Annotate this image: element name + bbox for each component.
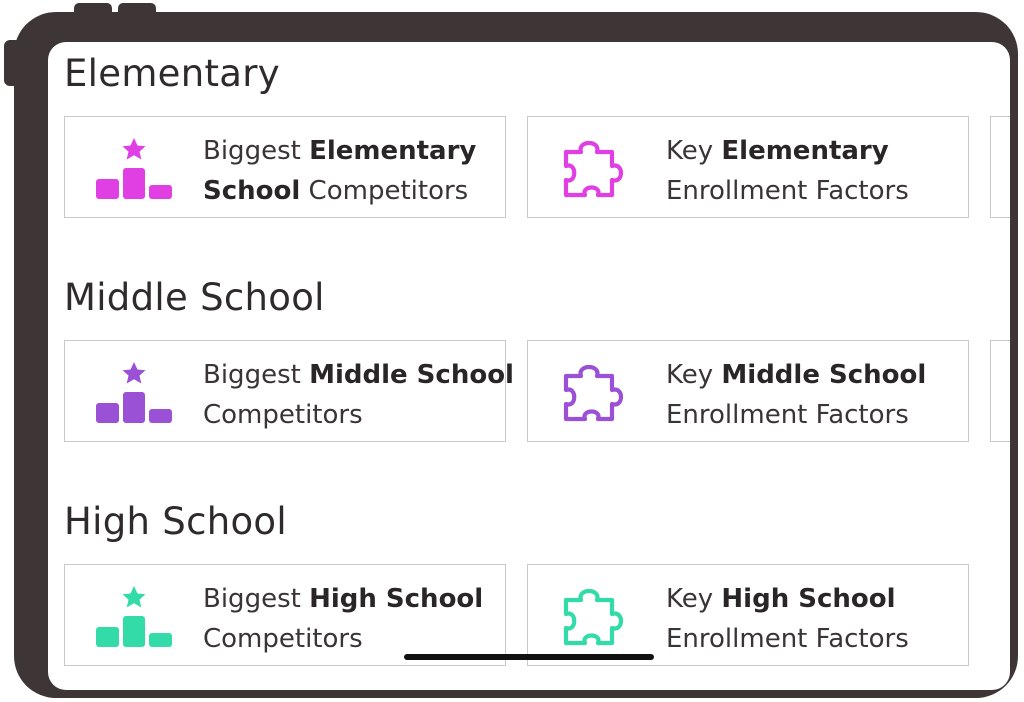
- card-middle-school-competitors[interactable]: Biggest Middle School Competitors: [64, 340, 514, 442]
- podium-star-icon: [93, 359, 175, 425]
- card-elementary-competitors[interactable]: Biggest Elementary School Competitors: [64, 116, 506, 218]
- podium-star-icon: [93, 583, 175, 649]
- section-title-middle-school: Middle School: [64, 276, 325, 319]
- card-label: Biggest Elementary School Competitors: [203, 136, 477, 206]
- home-indicator[interactable]: [404, 654, 654, 660]
- card-high-school-competitors[interactable]: Biggest High School Competitors: [64, 564, 506, 666]
- card-label: Biggest Middle School Competitors: [203, 360, 514, 430]
- card-label: Key Elementary Enrollment Factors: [666, 136, 909, 206]
- card-label: Biggest High School Competitors: [203, 584, 484, 654]
- card-partial-next[interactable]: [990, 340, 1010, 442]
- puzzle-piece-icon: [556, 135, 638, 201]
- podium-star-icon: [93, 135, 175, 201]
- card-label: Key High School Enrollment Factors: [666, 584, 909, 654]
- card-high-school-enrollment-factors[interactable]: Key High School Enrollment Factors: [527, 564, 969, 666]
- tablet-screen: Elementary Biggest Elementary School Com…: [48, 42, 1010, 690]
- card-elementary-enrollment-factors[interactable]: Key Elementary Enrollment Factors: [527, 116, 969, 218]
- card-middle-school-enrollment-factors[interactable]: Key Middle School Enrollment Factors: [527, 340, 969, 442]
- section-title-elementary: Elementary: [64, 52, 280, 95]
- card-label: Key Middle School Enrollment Factors: [666, 360, 927, 430]
- puzzle-piece-icon: [556, 359, 638, 425]
- section-title-high-school: High School: [64, 500, 287, 543]
- card-partial-next[interactable]: [990, 116, 1010, 218]
- puzzle-piece-icon: [556, 583, 638, 649]
- tablet-frame: Elementary Biggest Elementary School Com…: [14, 12, 1018, 698]
